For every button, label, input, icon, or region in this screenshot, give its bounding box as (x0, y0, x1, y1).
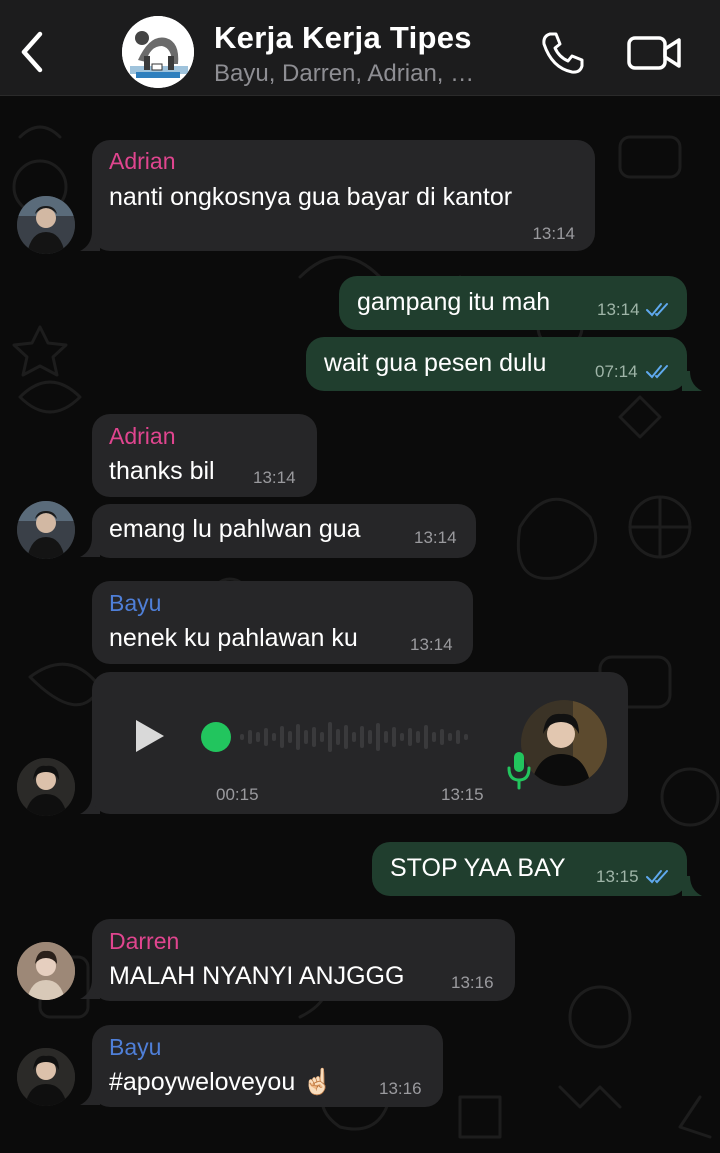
voice-progress-dot-icon[interactable] (200, 721, 232, 753)
message-text: emang lu pahlwan gua (109, 515, 361, 543)
message-time: 13:14 (410, 635, 453, 654)
message-text: #apoyweloveyou ☝🏻 (109, 1068, 334, 1096)
avatar-photo-icon (17, 1048, 75, 1106)
avatar-photo-icon (17, 501, 75, 559)
message-bubble[interactable]: wait gua pesen dulu 07:14 (306, 337, 687, 391)
read-ticks-icon (646, 365, 668, 379)
sender-name[interactable]: Adrian (109, 148, 175, 175)
message-time: 13:14 (253, 468, 296, 487)
sender-name[interactable]: Adrian (109, 423, 175, 450)
avatar-photo-icon (17, 942, 75, 1000)
message-text: MALAH NYANYI ANJGGG (109, 962, 405, 990)
play-icon[interactable] (134, 718, 166, 754)
group-members-subtitle[interactable]: Bayu, Darren, Adrian, … (214, 60, 474, 88)
message-bubble[interactable]: gampang itu mah 13:14 (339, 276, 687, 330)
avatar-adrian[interactable] (17, 501, 75, 559)
message-time: 07:14 (595, 362, 638, 381)
read-ticks-icon (646, 870, 668, 884)
message-time: 13:16 (451, 973, 494, 992)
message-text: nanti ongkosnya gua bayar di kantor (109, 183, 513, 211)
message-bubble[interactable]: Bayu nenek ku pahlawan ku 13:14 (92, 581, 473, 664)
message-bubble[interactable]: Darren MALAH NYANYI ANJGGG 13:16 (92, 919, 515, 1001)
message-time: 13:14 (532, 224, 575, 243)
voice-message-bubble[interactable]: 00:15 13:15 (92, 672, 628, 814)
message-bubble[interactable]: Adrian thanks bil 13:14 (92, 414, 317, 497)
video-call-icon[interactable] (626, 33, 682, 73)
message-text: STOP YAA BAY (390, 854, 566, 882)
back-chevron-icon[interactable] (16, 30, 48, 74)
avatar-darren[interactable] (17, 942, 75, 1000)
message-bubble[interactable]: emang lu pahlwan gua 13:14 (92, 504, 476, 558)
avatar-bayu[interactable] (17, 1048, 75, 1106)
avatar-photo-icon (17, 196, 75, 254)
sender-name[interactable]: Bayu (109, 590, 161, 617)
message-time: 13:15 (441, 785, 484, 804)
group-title[interactable]: Kerja Kerja Tipes (214, 20, 472, 56)
message-time: 13:14 (414, 528, 457, 547)
avatar-photo-icon (17, 758, 75, 816)
read-ticks-icon (646, 303, 668, 317)
bubble-tail (682, 876, 702, 896)
voice-duration: 00:15 (216, 785, 259, 804)
message-time: 13:14 (597, 300, 640, 319)
voice-waveform[interactable] (240, 716, 476, 758)
message-text: thanks bil (109, 457, 215, 485)
message-bubble[interactable]: Bayu #apoyweloveyou ☝🏻 13:16 (92, 1025, 443, 1107)
microphone-icon (507, 752, 531, 790)
avatar-photo-icon (521, 700, 607, 786)
message-text: wait gua pesen dulu (324, 349, 547, 377)
message-bubble[interactable]: STOP YAA BAY 13:15 (372, 842, 687, 896)
voice-call-icon[interactable] (540, 30, 586, 76)
voice-sender-avatar[interactable] (521, 700, 607, 786)
avatar-adrian[interactable] (17, 196, 75, 254)
chat-area[interactable]: Adrian nanti ongkosnya gua bayar di kant… (0, 97, 720, 1153)
sender-name[interactable]: Bayu (109, 1034, 161, 1061)
message-bubble[interactable]: Adrian nanti ongkosnya gua bayar di kant… (92, 140, 595, 251)
message-text: nenek ku pahlawan ku (109, 624, 358, 652)
group-avatar[interactable] (122, 16, 194, 88)
bubble-tail (682, 371, 702, 391)
sender-name[interactable]: Darren (109, 928, 179, 955)
message-time: 13:16 (379, 1079, 422, 1098)
message-text: gampang itu mah (357, 288, 551, 316)
message-time: 13:15 (596, 867, 639, 886)
group-avatar-illustration-icon (122, 16, 194, 88)
chat-header: Kerja Kerja Tipes Bayu, Darren, Adrian, … (0, 0, 720, 96)
avatar-bayu[interactable] (17, 758, 75, 816)
